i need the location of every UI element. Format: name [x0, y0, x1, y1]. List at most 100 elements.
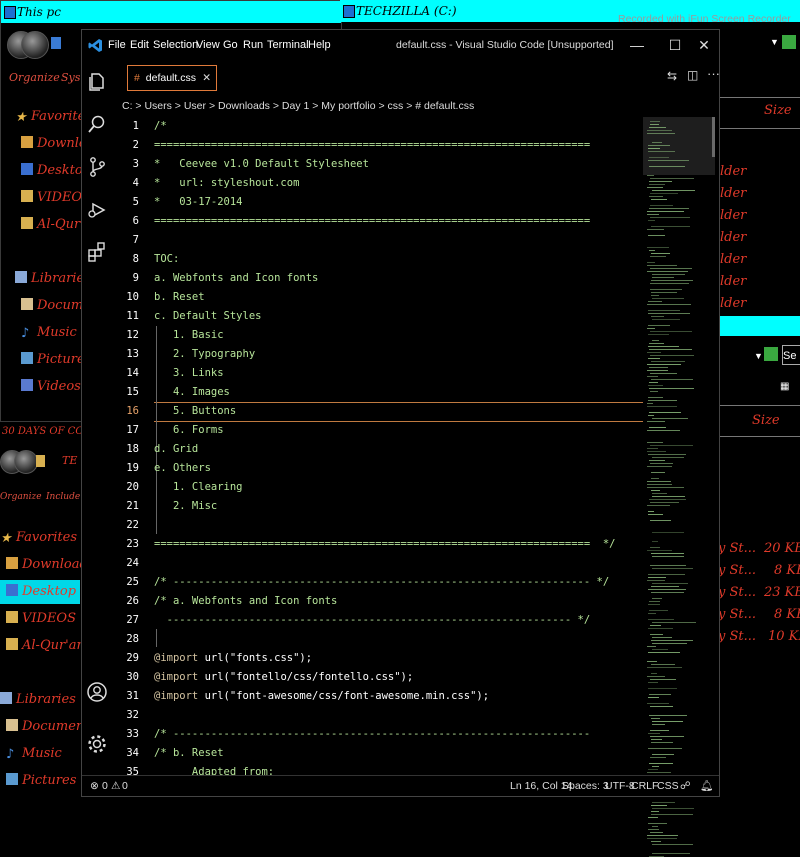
code-line[interactable]: /* a. Webfonts and Icon fonts [154, 595, 337, 607]
code-line[interactable]: 2. Typography [154, 348, 255, 360]
account-icon[interactable] [86, 681, 108, 703]
line-number[interactable]: 22 [113, 519, 139, 531]
file-name[interactable]: y St... [718, 563, 756, 578]
line-number[interactable]: 9 [113, 272, 139, 284]
close-button[interactable]: ✕ [689, 34, 719, 56]
code-line[interactable]: * url: styleshout.com [154, 177, 299, 189]
code-line[interactable]: d. Grid [154, 443, 198, 455]
sidebar-item-pictures[interactable]: Pictures [6, 773, 76, 788]
sidebar-item-favorites[interactable]: ★ Favorites [0, 530, 77, 546]
end-of-line[interactable]: CRLF [631, 776, 658, 796]
view-icon[interactable]: ▦ [780, 381, 789, 392]
explorer-files-icon[interactable] [86, 71, 108, 93]
maximize-button[interactable]: ☐ [660, 34, 690, 56]
code-line[interactable]: b. Reset [154, 291, 205, 303]
line-number[interactable]: 8 [113, 253, 139, 265]
line-number[interactable]: 24 [113, 557, 139, 569]
sidebar-item-music[interactable]: ♪ Music [21, 325, 77, 341]
sidebar-item-desktop[interactable]: Desktop [0, 580, 80, 604]
line-number[interactable]: 32 [113, 709, 139, 721]
sidebar-item-alquran[interactable]: Al-Qur'an [6, 638, 85, 653]
notifications-bell-icon[interactable]: 🔔︎ [700, 776, 713, 796]
code-line[interactable]: TOC: [154, 253, 179, 265]
size-column-header[interactable]: Size [752, 413, 780, 428]
scrollbar-thumb[interactable] [712, 117, 715, 157]
code-line[interactable]: ----------------------------------------… [154, 614, 591, 626]
line-number[interactable]: 1 [113, 120, 139, 132]
breadcrumb[interactable]: C: > Users > User > Downloads > Day 1 > … [113, 95, 719, 117]
size-column-header[interactable]: Size [764, 103, 792, 118]
folder-item[interactable]: lder [720, 230, 746, 245]
extensions-icon[interactable] [86, 241, 108, 263]
line-number[interactable]: 31 [113, 690, 139, 702]
path-text[interactable]: TE [62, 454, 77, 467]
code-line[interactable]: 1. Clearing [154, 481, 243, 493]
folder-item[interactable]: lder [720, 164, 746, 179]
line-number[interactable]: 12 [113, 329, 139, 341]
more-actions-icon[interactable]: ··· [707, 66, 720, 81]
source-control-icon[interactable] [86, 156, 108, 178]
menu-selection[interactable]: Selection [153, 39, 198, 51]
code-line[interactable]: e. Others [154, 462, 211, 474]
file-name[interactable]: y St... [718, 541, 756, 556]
code-line[interactable]: 2. Misc [154, 500, 217, 512]
search-icon[interactable] [86, 113, 108, 135]
dropdown-arrow-icon[interactable]: ▼ [754, 351, 763, 361]
language-mode[interactable]: CSS [657, 776, 679, 796]
line-number[interactable]: 10 [113, 291, 139, 303]
menu-run[interactable]: Run [243, 39, 263, 51]
menu-help[interactable]: Help [308, 39, 331, 51]
refresh-icon[interactable] [764, 347, 778, 361]
explorer-title-bar[interactable]: This pc [1, 1, 341, 23]
code-line[interactable]: @import url("font-awesome/css/font-aweso… [154, 690, 489, 702]
line-number[interactable]: 26 [113, 595, 139, 607]
line-number[interactable]: 28 [113, 633, 139, 645]
sidebar-item-videos-folder[interactable]: VIDEOS [6, 611, 76, 626]
split-editor-icon[interactable]: ◫ [687, 68, 698, 82]
warning-icon[interactable]: ⚠ [111, 776, 120, 796]
organize-menu[interactable]: Organize [9, 71, 60, 84]
menu-edit[interactable]: Edit [130, 39, 149, 51]
line-number[interactable]: 16 [113, 405, 139, 417]
organize-menu[interactable]: Organize [0, 492, 42, 502]
code-line[interactable]: ========================================… [154, 215, 590, 227]
settings-gear-icon[interactable] [86, 733, 108, 755]
menu-terminal[interactable]: Terminal [267, 39, 309, 51]
window-title-bar-cyan[interactable] [718, 316, 800, 336]
sidebar-item-music[interactable]: ♪ Music [6, 746, 62, 762]
line-number[interactable]: 7 [113, 234, 139, 246]
line-number[interactable]: 33 [113, 728, 139, 740]
run-debug-icon[interactable] [86, 199, 108, 221]
menu-view[interactable]: View [196, 39, 220, 51]
code-line[interactable]: c. Default Styles [154, 310, 261, 322]
code-line[interactable]: ========================================… [154, 538, 615, 550]
line-number[interactable]: 18 [113, 443, 139, 455]
folder-item[interactable]: lder [720, 296, 746, 311]
minimap[interactable] [643, 117, 715, 857]
problems-count[interactable]: 0 [102, 776, 108, 796]
file-name[interactable]: y St... [718, 629, 756, 644]
line-number[interactable]: 23 [113, 538, 139, 550]
line-number[interactable]: 34 [113, 747, 139, 759]
close-tab-icon[interactable]: ✕ [202, 66, 211, 90]
code-line[interactable]: 4. Images [154, 386, 230, 398]
code-editor[interactable]: 1 /* 2 ====================================… [113, 117, 643, 776]
code-line[interactable]: /* [154, 120, 167, 132]
code-line[interactable]: /* -------------------------------------… [154, 576, 609, 588]
file-name[interactable]: y St... [718, 607, 756, 622]
folder-item[interactable]: lder [720, 208, 746, 223]
code-line[interactable]: @import url("fontello/css/fontello.css")… [154, 671, 413, 683]
file-name[interactable]: y St... [718, 585, 756, 600]
code-line[interactable]: /* -------------------------------------… [154, 728, 590, 740]
line-number[interactable]: 5 [113, 196, 139, 208]
code-line[interactable]: 1. Basic [154, 329, 224, 341]
code-line[interactable]: a. Webfonts and Icon fonts [154, 272, 318, 284]
line-number[interactable]: 3 [113, 158, 139, 170]
explorer-title-bar[interactable]: 30 DAYS OF CODE [0, 422, 99, 442]
line-number[interactable]: 4 [113, 177, 139, 189]
line-number[interactable]: 19 [113, 462, 139, 474]
line-number[interactable]: 2 [113, 139, 139, 151]
line-number[interactable]: 15 [113, 386, 139, 398]
forward-button[interactable] [21, 31, 49, 59]
sidebar-item-libraries[interactable]: Libraries [0, 692, 76, 707]
